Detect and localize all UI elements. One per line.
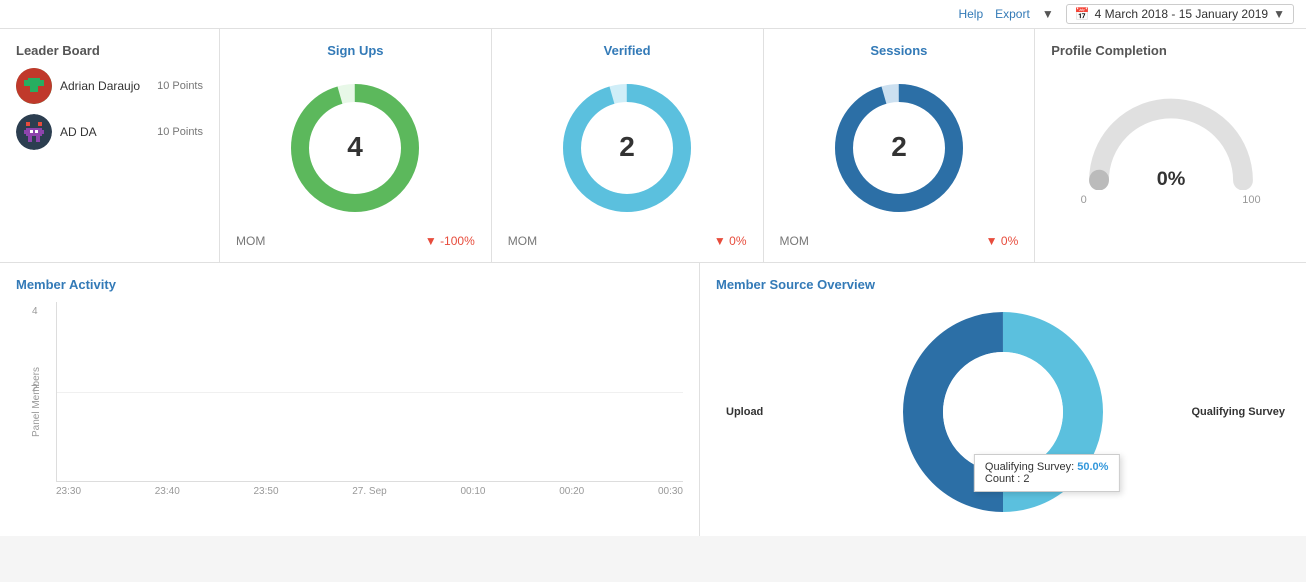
avatar-img2 — [16, 114, 52, 150]
svg-text:2: 2 — [891, 131, 907, 162]
profile-completion-title: Profile Completion — [1051, 43, 1290, 58]
x-label-1: 23:30 — [56, 486, 81, 497]
member-activity-title: Member Activity — [16, 277, 683, 292]
y-label-4: 4 — [32, 306, 38, 317]
bottom-row: Member Activity Panel Members 2 4 23:30 … — [0, 263, 1306, 536]
leader-name: Adrian Daraujo — [60, 79, 149, 93]
avatar — [16, 114, 52, 150]
tooltip-percent: 50.0% — [1077, 461, 1108, 473]
leader-name: AD DA — [60, 125, 149, 139]
chart-area: Panel Members 2 4 23:30 23:40 23:50 27. … — [16, 302, 683, 502]
arrow-down-icon: ▼ — [425, 234, 437, 248]
arrow-down-icon: ▼ — [986, 234, 998, 248]
date-chevron-icon: ▼ — [1273, 7, 1285, 21]
y-label-2: 2 — [32, 383, 38, 394]
leader-points: 10 Points — [157, 126, 203, 138]
sessions-mom-value: ▼ 0% — [986, 234, 1019, 248]
verified-donut-chart: 2 — [557, 78, 697, 218]
verified-card: Verified 2 MOM ▼ 0% — [492, 29, 764, 262]
leader-points: 10 Points — [157, 80, 203, 92]
sign-ups-mom-row: MOM ▼ -100% — [236, 234, 475, 248]
x-label-2: 23:40 — [155, 486, 180, 497]
sign-ups-mom-label: MOM — [236, 234, 265, 248]
sign-ups-title: Sign Ups — [236, 43, 475, 58]
x-labels: 23:30 23:40 23:50 27. Sep 00:10 00:20 00… — [56, 486, 683, 497]
calendar-icon: 📅 — [1075, 7, 1090, 21]
avatar-img — [16, 68, 52, 104]
source-donut-chart — [883, 292, 1123, 532]
verified-title: Verified — [508, 43, 747, 58]
gauge-min-label: 0 — [1081, 194, 1087, 206]
member-source-card: Member Source Overview Qualifying Survey… — [700, 263, 1306, 536]
member-source-title: Member Source Overview — [716, 277, 1290, 292]
date-range-label: 4 March 2018 - 15 January 2019 — [1095, 7, 1268, 21]
verified-mom-row: MOM ▼ 0% — [508, 234, 747, 248]
sessions-title: Sessions — [780, 43, 1019, 58]
sessions-donut-chart: 2 — [829, 78, 969, 218]
upload-label: Upload — [726, 406, 763, 418]
help-link[interactable]: Help — [958, 7, 983, 21]
source-donut-wrap: Qualifying Survey: 50.0% Count : 2 Uploa… — [716, 302, 1290, 522]
svg-text:2: 2 — [619, 131, 635, 162]
verified-mom-value: ▼ 0% — [714, 234, 747, 248]
profile-completion-card: Profile Completion 0% 0 100 — [1035, 29, 1306, 262]
sign-ups-donut-chart: 4 — [285, 78, 425, 218]
x-label-4: 27. Sep — [352, 486, 386, 497]
sessions-mom-label: MOM — [780, 234, 809, 248]
sessions-card: Sessions 2 MOM ▼ 0% — [764, 29, 1036, 262]
list-item: AD DA 10 Points — [16, 114, 203, 150]
date-range-picker[interactable]: 📅 4 March 2018 - 15 January 2019 ▼ — [1066, 4, 1294, 24]
tooltip-count: Count : 2 — [985, 473, 1109, 485]
top-row: Leader Board Adrian Daraujo 10 Points — [0, 29, 1306, 263]
tooltip-label: Qualifying Survey: 50.0% — [985, 461, 1109, 473]
export-chevron-icon: ▼ — [1042, 7, 1054, 21]
verified-donut-wrap: 2 — [508, 68, 747, 228]
leader-board-title: Leader Board — [16, 43, 203, 58]
export-link[interactable]: Export — [995, 7, 1030, 21]
gauge-chart: 0% — [1081, 90, 1261, 190]
top-bar: Help Export ▼ 📅 4 March 2018 - 15 Januar… — [0, 0, 1306, 29]
gauge-labels: 0 100 — [1081, 194, 1261, 206]
y-axis-label: Panel Members — [31, 367, 42, 437]
verified-mom-label: MOM — [508, 234, 537, 248]
sign-ups-mom-value: ▼ -100% — [425, 234, 475, 248]
leader-board-card: Leader Board Adrian Daraujo 10 Points — [0, 29, 220, 262]
svg-text:0%: 0% — [1156, 168, 1185, 190]
list-item: Adrian Daraujo 10 Points — [16, 68, 203, 104]
sign-ups-card: Sign Ups 4 MOM ▼ -100% — [220, 29, 492, 262]
avatar — [16, 68, 52, 104]
x-label-5: 00:10 — [460, 486, 485, 497]
sessions-donut-wrap: 2 — [780, 68, 1019, 228]
sessions-mom-row: MOM ▼ 0% — [780, 234, 1019, 248]
x-label-3: 23:50 — [254, 486, 279, 497]
x-label-6: 00:20 — [559, 486, 584, 497]
svg-text:4: 4 — [348, 131, 364, 162]
gauge-wrap: 0% 0 100 — [1051, 68, 1290, 228]
tooltip-box: Qualifying Survey: 50.0% Count : 2 — [974, 454, 1120, 492]
qualifying-survey-label: Qualifying Survey — [1191, 406, 1285, 418]
member-activity-card: Member Activity Panel Members 2 4 23:30 … — [0, 263, 700, 536]
arrow-down-icon: ▼ — [714, 234, 726, 248]
gauge-max-label: 100 — [1242, 194, 1260, 206]
tooltip-count-value: 2 — [1023, 473, 1029, 485]
x-label-7: 00:30 — [658, 486, 683, 497]
sign-ups-donut-wrap: 4 — [236, 68, 475, 228]
